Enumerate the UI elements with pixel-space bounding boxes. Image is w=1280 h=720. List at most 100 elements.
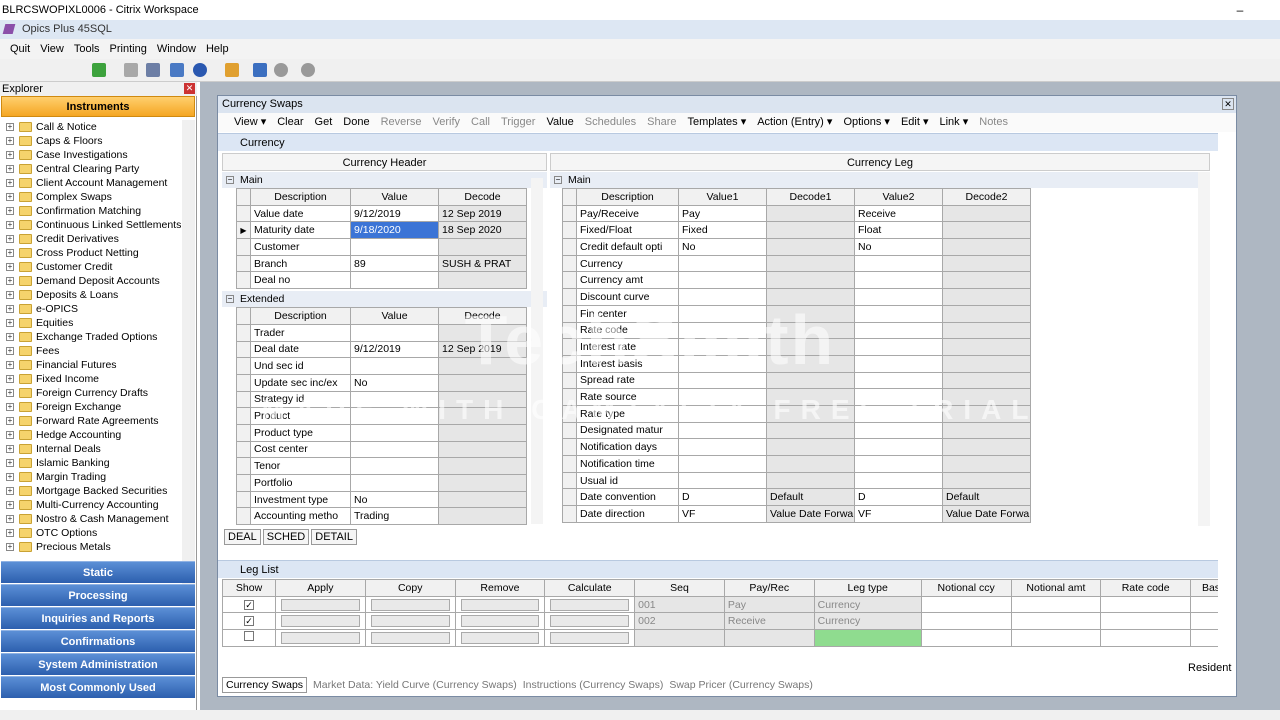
toolbar-options[interactable]: Options ▾ xyxy=(843,116,890,128)
column-header[interactable]: Value1 xyxy=(678,188,767,206)
column-header[interactable]: Copy xyxy=(364,579,456,597)
tree-item[interactable]: + Demand Deposit Accounts xyxy=(0,274,182,288)
toolbar-link[interactable]: Link ▾ xyxy=(939,116,968,128)
back-icon[interactable] xyxy=(274,63,288,77)
home-icon[interactable] xyxy=(225,63,239,77)
tree-item[interactable]: + Forward Rate Agreements xyxy=(0,414,182,428)
column-header[interactable]: Seq xyxy=(634,579,725,597)
row-value[interactable]: 9/12/2019 xyxy=(350,204,439,223)
expand-icon[interactable]: + xyxy=(6,137,14,145)
row-value[interactable] xyxy=(942,221,1031,240)
tree-item[interactable]: + Call & Notice xyxy=(0,120,182,134)
grid-row[interactable]: Deal no xyxy=(236,271,527,290)
expand-icon[interactable]: + xyxy=(6,515,14,523)
calculate-button[interactable] xyxy=(544,629,636,647)
expand-icon[interactable]: + xyxy=(6,319,14,327)
bottom-tab[interactable]: Currency Swaps xyxy=(222,677,308,693)
leg-list-row[interactable] xyxy=(222,629,1218,647)
toolbar-action-entry[interactable]: Action (Entry) ▾ xyxy=(757,116,832,128)
expand-icon[interactable]: + xyxy=(6,249,14,257)
calculate-button[interactable] xyxy=(544,595,636,614)
row-value[interactable]: Default xyxy=(766,488,855,507)
copy-button[interactable] xyxy=(364,629,456,647)
grid-row[interactable]: Currency amt xyxy=(562,271,1031,290)
row-selector[interactable] xyxy=(562,204,577,223)
row-value[interactable] xyxy=(766,455,855,473)
column-header[interactable]: Decode2 xyxy=(942,188,1031,206)
row-selector[interactable] xyxy=(562,488,577,507)
column-header[interactable]: Decode1 xyxy=(766,188,855,206)
column-header[interactable]: Value xyxy=(350,188,439,206)
row-value[interactable]: Pay xyxy=(678,204,767,223)
print-icon[interactable] xyxy=(124,63,138,77)
toolbar-view[interactable]: View ▾ xyxy=(234,116,266,128)
row-value[interactable]: Fixed xyxy=(678,221,767,240)
row-selector[interactable] xyxy=(562,221,577,240)
grid-row[interactable]: Credit default opti No No xyxy=(562,238,1031,256)
expand-icon[interactable]: + xyxy=(6,165,14,173)
expand-icon[interactable]: + xyxy=(6,403,14,411)
column-header[interactable]: Remove xyxy=(454,579,546,597)
tree-item[interactable]: + Foreign Currency Drafts xyxy=(0,386,182,400)
grid-row[interactable]: Value date 9/12/2019 12 Sep 2019 xyxy=(236,204,527,223)
row-value[interactable] xyxy=(942,238,1031,256)
nav-inquiries-and-reports[interactable]: Inquiries and Reports xyxy=(1,607,195,629)
toolbar-templates[interactable]: Templates ▾ xyxy=(688,116,747,128)
row-selector[interactable] xyxy=(236,204,251,223)
row-selector[interactable] xyxy=(236,238,251,256)
row-value[interactable] xyxy=(438,474,527,492)
toolbar-value[interactable]: Value xyxy=(546,116,573,128)
instruments-section-header[interactable]: Instruments xyxy=(1,96,195,117)
row-value[interactable] xyxy=(766,271,855,290)
copy-button[interactable] xyxy=(364,612,456,631)
currency-section-bar[interactable]: Currency xyxy=(218,133,1218,151)
nav-processing[interactable]: Processing xyxy=(1,584,195,606)
tree-item[interactable]: + Credit Derivatives xyxy=(0,232,182,246)
grid-row[interactable]: Accounting metho Trading xyxy=(236,507,527,526)
row-value[interactable] xyxy=(678,254,767,273)
tree-item[interactable]: + Deposits & Loans xyxy=(0,288,182,302)
grid-row[interactable]: Date convention D Default D Default xyxy=(562,488,1031,507)
row-value[interactable]: Value Date Forwa xyxy=(766,505,855,523)
row-value[interactable]: Receive xyxy=(854,204,943,223)
row-selector[interactable] xyxy=(236,457,251,475)
apply-button[interactable] xyxy=(275,612,366,631)
grid-row[interactable]: Customer xyxy=(236,238,527,256)
expand-icon[interactable]: + xyxy=(6,375,14,383)
expand-icon[interactable]: + xyxy=(6,529,14,537)
tree-item[interactable]: + Internal Deals xyxy=(0,442,182,456)
column-header[interactable]: Description xyxy=(576,188,679,206)
row-value[interactable] xyxy=(678,271,767,290)
tree-item[interactable]: + Complex Swaps xyxy=(0,190,182,204)
menu-quit[interactable]: Quit xyxy=(10,43,30,55)
row-value[interactable]: D xyxy=(854,488,943,507)
expand-icon[interactable]: + xyxy=(6,347,14,355)
row-selector[interactable] xyxy=(236,490,251,509)
column-header[interactable]: Rate code xyxy=(1100,579,1192,597)
toolbar-clear[interactable]: Clear xyxy=(277,116,303,128)
row-value[interactable] xyxy=(678,438,767,456)
remove-button[interactable] xyxy=(454,595,546,614)
grid-row[interactable]: Investment type No xyxy=(236,490,527,509)
row-selector[interactable]: ▶ xyxy=(236,221,251,240)
column-header[interactable]: Calculate xyxy=(544,579,636,597)
row-value[interactable]: No xyxy=(854,238,943,256)
help-icon[interactable] xyxy=(193,63,207,77)
toolbar-edit[interactable]: Edit ▾ xyxy=(901,116,929,128)
row-value[interactable]: D xyxy=(678,488,767,507)
menu-tools[interactable]: Tools xyxy=(74,43,100,55)
tree-item[interactable]: + Islamic Banking xyxy=(0,456,182,470)
row-value[interactable] xyxy=(438,490,527,509)
expand-icon[interactable]: + xyxy=(6,193,14,201)
row-value[interactable] xyxy=(350,440,439,459)
row-value[interactable] xyxy=(766,254,855,273)
column-header[interactable]: Notional amt xyxy=(1010,579,1102,597)
forward-icon[interactable] xyxy=(301,63,315,77)
remove-button[interactable] xyxy=(454,612,546,631)
expand-icon[interactable]: + xyxy=(6,221,14,229)
row-value[interactable] xyxy=(854,254,943,273)
show-checkbox[interactable]: ✓ xyxy=(222,595,277,614)
grid-row[interactable]: Usual id xyxy=(562,471,1031,490)
minimize-icon[interactable]: – xyxy=(1230,0,1250,20)
row-value[interactable] xyxy=(438,440,527,459)
